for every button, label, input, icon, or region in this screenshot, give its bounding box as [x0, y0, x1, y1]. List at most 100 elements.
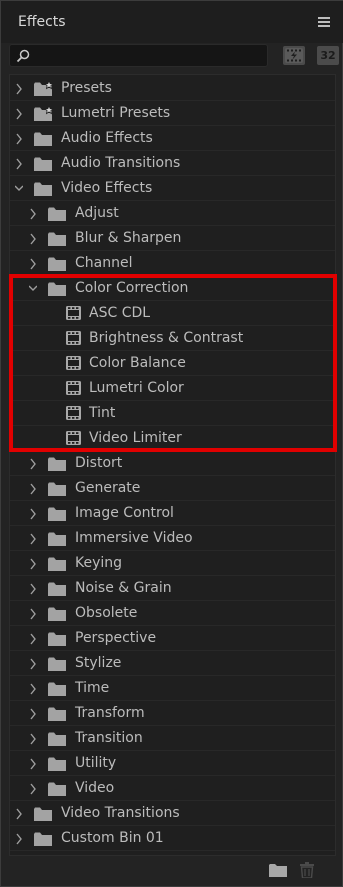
chevron-right-icon[interactable] — [29, 483, 37, 495]
tree-row-utility[interactable]: Utility — [10, 751, 335, 776]
folder-icon — [48, 781, 66, 796]
effects-panel: Effects 32 Presets Lumetri Presets Audio E… — [0, 0, 343, 887]
chevron-right-icon[interactable] — [29, 583, 37, 595]
folder-icon — [48, 481, 66, 496]
tree-row-presets[interactable]: Presets — [10, 76, 335, 101]
chevron-right-icon[interactable] — [15, 833, 23, 845]
effect-icon — [66, 356, 81, 370]
search-icon — [16, 49, 30, 63]
tree-row-lumetri-presets[interactable]: Lumetri Presets — [10, 101, 335, 126]
chevron-right-icon[interactable] — [15, 133, 23, 145]
tree-row-video-transitions[interactable]: Video Transitions — [10, 801, 335, 826]
chevron-right-icon[interactable] — [15, 808, 23, 820]
accelerated-effects-button[interactable] — [283, 46, 305, 65]
chevron-right-icon[interactable] — [15, 108, 23, 120]
chevron-right-icon[interactable] — [29, 633, 37, 645]
new-bin-icon[interactable] — [269, 863, 287, 877]
folder-icon — [34, 156, 52, 171]
tree-row-label: Channel — [75, 255, 133, 271]
tree-row-image-control[interactable]: Image Control — [10, 501, 335, 526]
tree-row-transform[interactable]: Transform — [10, 701, 335, 726]
tree-row-label: Video Limiter — [89, 430, 182, 446]
tree-row-label: Immersive Video — [75, 530, 193, 546]
chevron-right-icon[interactable] — [29, 558, 37, 570]
tree-row-label: Stylize — [75, 655, 122, 671]
tree-row-label: Utility — [75, 755, 117, 771]
chevron-right-icon[interactable] — [29, 458, 37, 470]
tree-row-keying[interactable]: Keying — [10, 551, 335, 576]
tree-row-blur-and-sharpen[interactable]: Blur & Sharpen — [10, 226, 335, 251]
chevron-right-icon[interactable] — [29, 258, 37, 270]
tree-row-label: Obsolete — [75, 605, 138, 621]
tree-row-label: Lumetri Color — [89, 380, 184, 396]
chevron-down-icon[interactable] — [28, 283, 38, 295]
delete-icon[interactable] — [300, 862, 314, 878]
folder-icon — [34, 831, 52, 846]
tree-row-channel[interactable]: Channel — [10, 251, 335, 276]
effect-icon — [66, 331, 81, 345]
panel-menu-icon[interactable] — [318, 17, 330, 27]
panel-title: Effects — [18, 14, 66, 30]
chevron-right-icon[interactable] — [29, 658, 37, 670]
tree-row-label: Image Control — [75, 505, 174, 521]
tree-row-asc-cdl[interactable]: ASC CDL — [10, 301, 335, 326]
folder-icon — [48, 231, 66, 246]
folder-icon — [48, 456, 66, 471]
search-input[interactable] — [9, 44, 268, 67]
tree-row-noise-and-grain[interactable]: Noise & Grain — [10, 576, 335, 601]
tree-row-video-limiter[interactable]: Video Limiter — [10, 426, 335, 451]
tree-row-transition[interactable]: Transition — [10, 726, 335, 751]
tree-row-label: Keying — [75, 555, 123, 571]
tree-row-label: ASC CDL — [89, 305, 151, 321]
effect-icon — [66, 406, 81, 420]
chevron-right-icon[interactable] — [29, 758, 37, 770]
folder-icon — [48, 631, 66, 646]
tree-row-video-effects[interactable]: Video Effects — [10, 176, 335, 201]
chevron-right-icon[interactable] — [29, 508, 37, 520]
32bit-effects-button[interactable]: 32 — [317, 46, 339, 65]
folder-icon — [48, 506, 66, 521]
tree-row-custom-bin-01[interactable]: Custom Bin 01 — [10, 826, 335, 851]
tree-row-adjust[interactable]: Adjust — [10, 201, 335, 226]
tree-row-audio-effects[interactable]: Audio Effects — [10, 126, 335, 151]
chevron-right-icon[interactable] — [29, 208, 37, 220]
tree-row-color-correction[interactable]: Color Correction — [10, 276, 335, 301]
preset-folder-icon — [34, 105, 54, 121]
chevron-right-icon[interactable] — [29, 233, 37, 245]
chevron-right-icon[interactable] — [29, 783, 37, 795]
tree-row-obsolete[interactable]: Obsolete — [10, 601, 335, 626]
tree-row-tint[interactable]: Tint — [10, 401, 335, 426]
tree-row-generate[interactable]: Generate — [10, 476, 335, 501]
tree-row-label: Transition — [75, 730, 143, 746]
tree-row-label: Color Correction — [75, 280, 189, 296]
panel-header: Effects — [1, 1, 343, 43]
tree-row-distort[interactable]: Distort — [10, 451, 335, 476]
tree-row-audio-transitions[interactable]: Audio Transitions — [10, 151, 335, 176]
tree-row-color-balance[interactable]: Color Balance — [10, 351, 335, 376]
folder-icon — [34, 131, 52, 146]
tree-row-stylize[interactable]: Stylize — [10, 651, 335, 676]
tree-row-lumetri-color[interactable]: Lumetri Color — [10, 376, 335, 401]
tree-row-time[interactable]: Time — [10, 676, 335, 701]
chevron-right-icon[interactable] — [15, 83, 23, 95]
tree-row-label: Lumetri Presets — [61, 105, 171, 121]
chevron-right-icon[interactable] — [29, 533, 37, 545]
chevron-right-icon[interactable] — [29, 708, 37, 720]
tree-row-label: Generate — [75, 480, 141, 496]
chevron-right-icon[interactable] — [29, 683, 37, 695]
chevron-right-icon[interactable] — [29, 733, 37, 745]
folder-icon — [48, 681, 66, 696]
tree-row-label: Video Effects — [61, 180, 153, 196]
tree-row-immersive-video[interactable]: Immersive Video — [10, 526, 335, 551]
tree-row-label: Distort — [75, 455, 123, 471]
tree-row-label: Audio Effects — [61, 130, 153, 146]
chevron-right-icon[interactable] — [15, 158, 23, 170]
chevron-down-icon[interactable] — [14, 183, 24, 195]
chevron-right-icon[interactable] — [29, 608, 37, 620]
folder-icon — [48, 281, 66, 296]
tree-row-label: Video Transitions — [61, 805, 180, 821]
tree-row-perspective[interactable]: Perspective — [10, 626, 335, 651]
tree-row-label: Presets — [61, 80, 112, 96]
tree-row-video[interactable]: Video — [10, 776, 335, 801]
tree-row-brightness-and-contrast[interactable]: Brightness & Contrast — [10, 326, 335, 351]
